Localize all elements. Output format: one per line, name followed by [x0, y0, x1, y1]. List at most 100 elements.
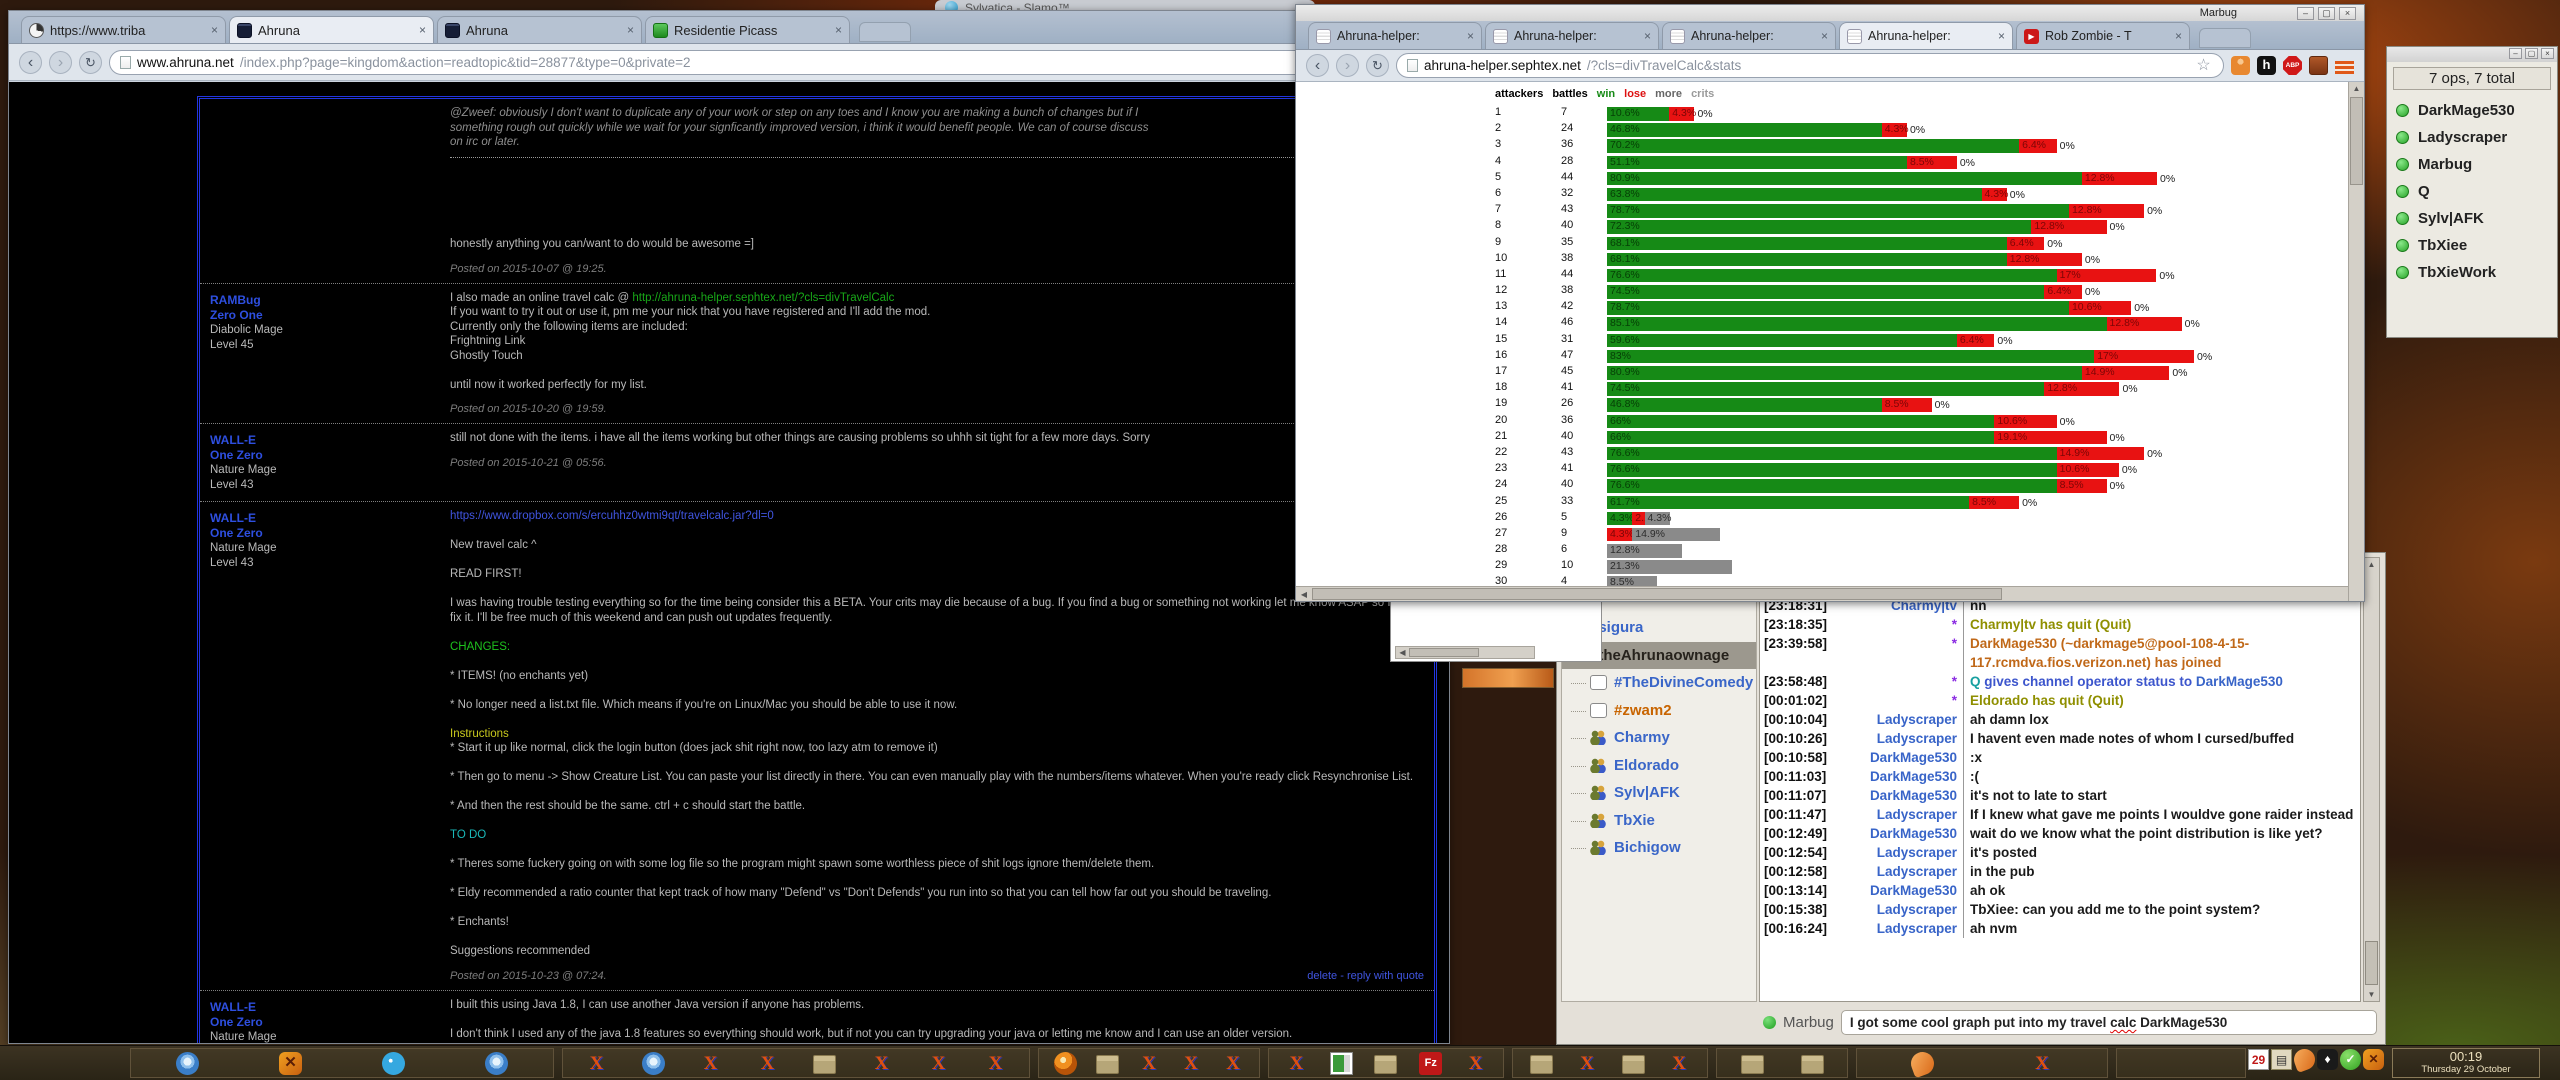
maximize-button[interactable]	[2525, 48, 2538, 59]
xterm-icon[interactable]: X	[1138, 1052, 1161, 1075]
reload-button[interactable]	[1366, 54, 1389, 77]
folder-icon[interactable]	[1530, 1055, 1553, 1074]
orange-icon[interactable]	[1907, 1048, 1936, 1077]
xterm-icon[interactable]: X	[756, 1052, 779, 1075]
chat-icon[interactable]	[382, 1052, 405, 1075]
chromium-icon[interactable]	[642, 1052, 665, 1075]
stats-tab-4[interactable]: ▶Rob Zombie - T×	[2016, 22, 2190, 49]
scroll-up-icon[interactable]: ▲	[2364, 558, 2379, 571]
tab-close-icon[interactable]: ×	[830, 23, 842, 37]
nick-list-item[interactable]: Marbug	[2387, 151, 2557, 178]
scroll-up-icon[interactable]: ▲	[2349, 82, 2364, 96]
xterm-icon[interactable]: X	[870, 1052, 893, 1075]
new-tab-button[interactable]	[2199, 28, 2251, 48]
xterm-icon[interactable]: X	[2031, 1052, 2054, 1075]
query-item-sylvafk[interactable]: Sylv|AFK	[1562, 779, 1756, 807]
back-button[interactable]	[19, 51, 42, 74]
scrollbar-thumb[interactable]	[1409, 648, 1479, 657]
xterm-icon[interactable]: X	[927, 1052, 950, 1075]
bell-tray-icon[interactable]: ♦	[2317, 1049, 2338, 1070]
reload-button[interactable]	[79, 51, 102, 74]
scrollbar-thumb[interactable]	[1312, 588, 2002, 600]
folder-icon[interactable]	[1374, 1055, 1397, 1074]
xterm-icon[interactable]: X	[984, 1052, 1007, 1075]
close-button[interactable]	[2339, 7, 2356, 20]
scrollbar-thumb[interactable]	[2365, 941, 2378, 985]
author-name[interactable]: WALL-E	[210, 1000, 450, 1015]
adblock-icon[interactable]: ABP	[2283, 56, 2302, 75]
minimize-button[interactable]	[2509, 48, 2522, 59]
stats-tab-3[interactable]: Ahruna-helper:×	[1839, 22, 2013, 49]
folder-icon[interactable]	[1096, 1055, 1119, 1074]
author-name[interactable]: WALL-E	[210, 511, 450, 526]
channel-item-zwam2[interactable]: #zwam2	[1562, 697, 1756, 725]
tab-close-icon[interactable]: ×	[1639, 29, 1651, 43]
bookmark-star-icon[interactable]: ☆	[2194, 56, 2213, 75]
xterm-icon[interactable]: X	[699, 1052, 722, 1075]
maximize-button[interactable]	[2318, 7, 2335, 20]
xterm-icon[interactable]: X	[1464, 1052, 1487, 1075]
chromium-icon[interactable]	[485, 1052, 508, 1075]
author-clan[interactable]: Zero One	[210, 308, 450, 323]
stats-tab-2[interactable]: Ahruna-helper:×	[1662, 22, 1836, 49]
forward-button[interactable]	[49, 51, 72, 74]
folder-icon[interactable]	[1741, 1055, 1764, 1074]
query-item-tbxie[interactable]: TbXie	[1562, 807, 1756, 835]
forward-button[interactable]	[1336, 54, 1359, 77]
xterm-icon[interactable]: X	[585, 1052, 608, 1075]
nick-list-item[interactable]: DarkMage530	[2387, 97, 2557, 124]
vertical-scrollbar[interactable]: ▲	[2348, 82, 2364, 601]
filezilla-icon[interactable]: Fz	[1419, 1052, 1442, 1075]
close-button[interactable]	[2541, 48, 2554, 59]
address-bar[interactable]: ahruna-helper.sephtex.net/?cls=divTravel…	[1396, 53, 2224, 78]
author-name[interactable]: RAMBug	[210, 293, 450, 308]
panel-scrollbar[interactable]: ◀	[1395, 646, 1535, 659]
author-clan[interactable]: One Zero	[210, 448, 450, 463]
xchat-icon[interactable]: ✕	[279, 1052, 302, 1075]
folder-icon[interactable]	[1622, 1055, 1645, 1074]
back-button[interactable]	[1306, 54, 1329, 77]
chromium-icon[interactable]	[176, 1052, 199, 1075]
menu-icon[interactable]	[2335, 61, 2354, 74]
post-link[interactable]: https://www.dropbox.com/s/ercuhhz0wtmi9q…	[450, 510, 774, 522]
scroll-left-icon[interactable]: ◀	[1296, 587, 1312, 601]
address-bar[interactable]: www.ahruna.net/index.php?page=kingdom&ac…	[109, 50, 1439, 75]
orange-tray-icon[interactable]	[2291, 1046, 2318, 1073]
xterm-icon[interactable]: X	[1180, 1052, 1203, 1075]
query-item-bichigow[interactable]: Bichigow	[1562, 834, 1756, 862]
xterm-icon[interactable]: X	[1576, 1052, 1599, 1075]
nick-list-item[interactable]: Sylv|AFK	[2387, 205, 2557, 232]
folder-icon[interactable]	[813, 1055, 836, 1074]
nick-list-item[interactable]: Ladyscraper	[2387, 124, 2557, 151]
new-tab-button[interactable]	[859, 22, 911, 42]
query-item-eldorado[interactable]: Eldorado	[1562, 752, 1756, 780]
nick-list-item[interactable]: TbXieWork	[2387, 259, 2557, 286]
window-titlebar[interactable]	[2387, 47, 2557, 62]
firefox-icon[interactable]	[1054, 1052, 1077, 1075]
nick-list-item[interactable]: TbXiee	[2387, 232, 2557, 259]
window-titlebar[interactable]: Marbug	[1296, 5, 2364, 21]
tab-close-icon[interactable]: ×	[1816, 29, 1828, 43]
forum-tab-3[interactable]: Residentie Picass×	[645, 16, 850, 43]
xterm-icon[interactable]: X	[1222, 1052, 1245, 1075]
post-link[interactable]: http://ahruna-helper.sephtex.net/?cls=di…	[632, 292, 894, 304]
check-tray-icon[interactable]: ✓	[2340, 1049, 2361, 1070]
query-item-charmy[interactable]: Charmy	[1562, 724, 1756, 752]
xchat-tray-icon[interactable]: ✕	[2363, 1049, 2384, 1070]
tab-close-icon[interactable]: ×	[2170, 29, 2182, 43]
notes-tray-icon[interactable]: ▤	[2271, 1049, 2292, 1070]
forum-tab-1[interactable]: Ahruna×	[229, 16, 434, 43]
folder-icon[interactable]	[1801, 1055, 1824, 1074]
tab-close-icon[interactable]: ×	[414, 23, 426, 37]
xterm-icon[interactable]: X	[1285, 1052, 1308, 1075]
calc-icon[interactable]	[1330, 1052, 1353, 1075]
forum-tab-0[interactable]: https://www.triba×	[21, 16, 226, 43]
extension-person-icon[interactable]	[2231, 56, 2250, 75]
post-actions[interactable]: delete - reply with quote	[1307, 970, 1424, 982]
author-name[interactable]: WALL-E	[210, 433, 450, 448]
scroll-down-icon[interactable]: ▼	[2364, 988, 2379, 1001]
clock[interactable]: 00:19 Thursday 29 October	[2392, 1048, 2540, 1078]
scrollbar-thumb[interactable]	[2350, 97, 2363, 185]
xterm-icon[interactable]: X	[1668, 1052, 1691, 1075]
minimize-button[interactable]	[2297, 7, 2314, 20]
